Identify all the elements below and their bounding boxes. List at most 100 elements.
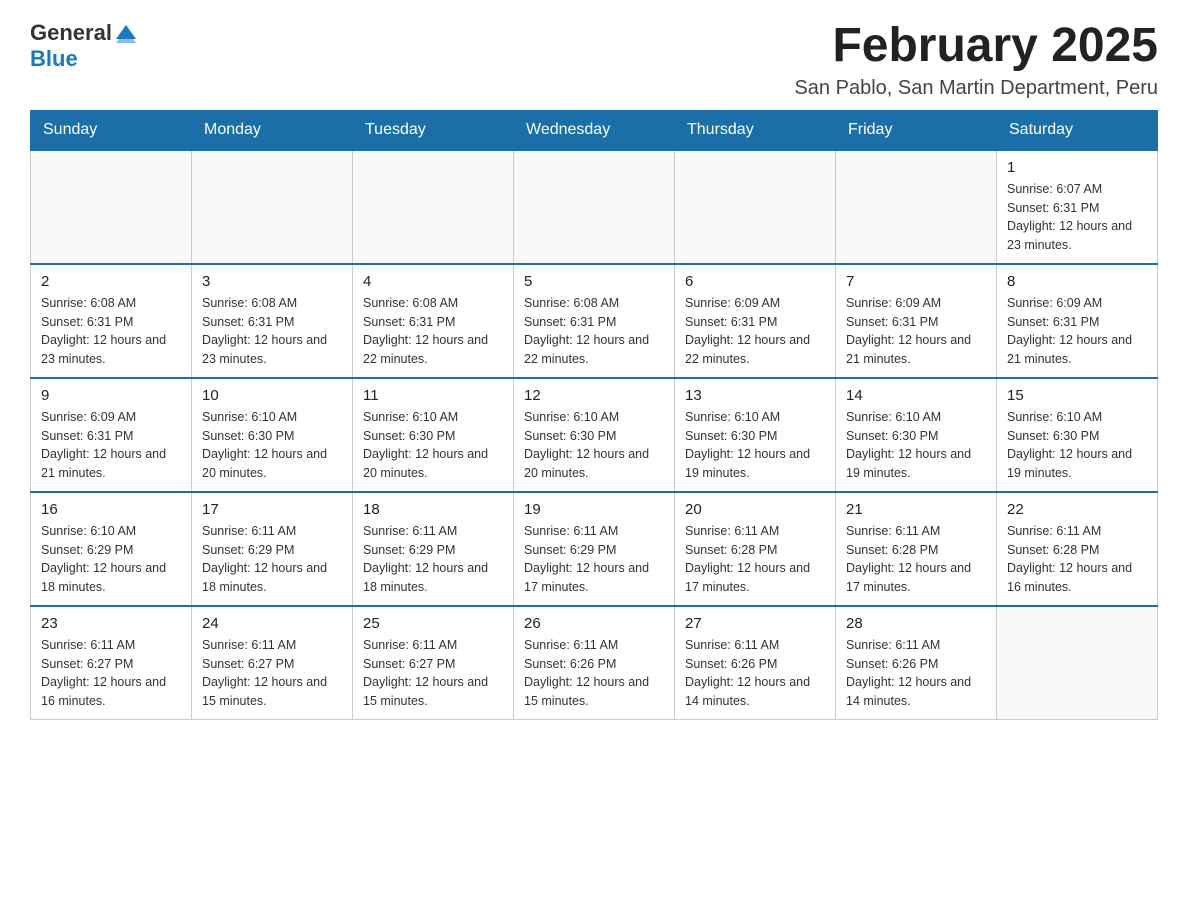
month-title: February 2025 <box>794 20 1158 73</box>
calendar-day-cell: 18 Sunrise: 6:11 AM Sunset: 6:29 PM Dayli… <box>353 492 514 606</box>
day-info: Sunrise: 6:11 AM Sunset: 6:29 PM Dayligh… <box>202 522 342 597</box>
calendar-day-cell <box>192 150 353 264</box>
day-number: 6 <box>685 273 825 290</box>
day-info: Sunrise: 6:08 AM Sunset: 6:31 PM Dayligh… <box>363 294 503 369</box>
calendar-day-cell: 14 Sunrise: 6:10 AM Sunset: 6:30 PM Dayli… <box>836 378 997 492</box>
day-number: 16 <box>41 501 181 518</box>
location-title: San Pablo, San Martin Department, Peru <box>794 77 1158 100</box>
calendar-day-cell: 3Sunrise: 6:08 AM Sunset: 6:31 PM Daylig… <box>192 264 353 378</box>
calendar-day-cell <box>675 150 836 264</box>
day-info: Sunrise: 6:11 AM Sunset: 6:26 PM Dayligh… <box>524 636 664 711</box>
calendar-week-row: 1 Sunrise: 6:07 AM Sunset: 6:31 PM Daylig… <box>31 150 1158 264</box>
day-info: Sunrise: 6:11 AM Sunset: 6:27 PM Dayligh… <box>41 636 181 711</box>
title-section: February 2025 San Pablo, San Martin Depa… <box>794 20 1158 100</box>
calendar-day-cell: 13Sunrise: 6:10 AM Sunset: 6:30 PM Dayli… <box>675 378 836 492</box>
calendar-day-header: Tuesday <box>353 110 514 150</box>
day-number: 25 <box>363 615 503 632</box>
day-number: 9 <box>41 387 181 404</box>
calendar-day-cell: 2Sunrise: 6:08 AM Sunset: 6:31 PM Daylig… <box>31 264 192 378</box>
day-number: 15 <box>1007 387 1147 404</box>
day-info: Sunrise: 6:10 AM Sunset: 6:30 PM Dayligh… <box>363 408 503 483</box>
day-info: Sunrise: 6:11 AM Sunset: 6:28 PM Dayligh… <box>1007 522 1147 597</box>
calendar-day-cell <box>836 150 997 264</box>
calendar-header-row: SundayMondayTuesdayWednesdayThursdayFrid… <box>31 110 1158 150</box>
calendar-day-cell: 23 Sunrise: 6:11 AM Sunset: 6:27 PM Dayli… <box>31 606 192 720</box>
day-number: 17 <box>202 501 342 518</box>
day-info: Sunrise: 6:10 AM Sunset: 6:30 PM Dayligh… <box>1007 408 1147 483</box>
calendar-day-cell: 4 Sunrise: 6:08 AM Sunset: 6:31 PM Daylig… <box>353 264 514 378</box>
day-info: Sunrise: 6:09 AM Sunset: 6:31 PM Dayligh… <box>41 408 181 483</box>
day-number: 20 <box>685 501 825 518</box>
day-info: Sunrise: 6:11 AM Sunset: 6:28 PM Dayligh… <box>685 522 825 597</box>
day-number: 7 <box>846 273 986 290</box>
day-number: 1 <box>1007 159 1147 176</box>
page-header: General Blue February 2025 San Pablo, Sa… <box>30 20 1158 100</box>
calendar-day-cell: 16 Sunrise: 6:10 AM Sunset: 6:29 PM Dayli… <box>31 492 192 606</box>
calendar-day-cell <box>997 606 1158 720</box>
logo-blue-text: Blue <box>30 46 78 72</box>
day-info: Sunrise: 6:11 AM Sunset: 6:28 PM Dayligh… <box>846 522 986 597</box>
calendar-day-cell: 19 Sunrise: 6:11 AM Sunset: 6:29 PM Dayli… <box>514 492 675 606</box>
day-info: Sunrise: 6:09 AM Sunset: 6:31 PM Dayligh… <box>846 294 986 369</box>
calendar-week-row: 23 Sunrise: 6:11 AM Sunset: 6:27 PM Dayli… <box>31 606 1158 720</box>
day-number: 8 <box>1007 273 1147 290</box>
day-number: 22 <box>1007 501 1147 518</box>
calendar-day-header: Wednesday <box>514 110 675 150</box>
day-info: Sunrise: 6:10 AM Sunset: 6:30 PM Dayligh… <box>846 408 986 483</box>
day-info: Sunrise: 6:10 AM Sunset: 6:30 PM Dayligh… <box>524 408 664 483</box>
day-number: 23 <box>41 615 181 632</box>
day-info: Sunrise: 6:11 AM Sunset: 6:29 PM Dayligh… <box>363 522 503 597</box>
calendar-day-cell: 10 Sunrise: 6:10 AM Sunset: 6:30 PM Dayli… <box>192 378 353 492</box>
day-info: Sunrise: 6:10 AM Sunset: 6:30 PM Dayligh… <box>202 408 342 483</box>
day-info: Sunrise: 6:08 AM Sunset: 6:31 PM Dayligh… <box>202 294 342 369</box>
calendar-day-cell: 20 Sunrise: 6:11 AM Sunset: 6:28 PM Dayli… <box>675 492 836 606</box>
day-number: 19 <box>524 501 664 518</box>
day-number: 26 <box>524 615 664 632</box>
calendar-day-cell <box>31 150 192 264</box>
calendar-week-row: 16 Sunrise: 6:10 AM Sunset: 6:29 PM Dayli… <box>31 492 1158 606</box>
calendar-day-cell: 7 Sunrise: 6:09 AM Sunset: 6:31 PM Daylig… <box>836 264 997 378</box>
day-info: Sunrise: 6:10 AM Sunset: 6:29 PM Dayligh… <box>41 522 181 597</box>
calendar-day-cell: 17 Sunrise: 6:11 AM Sunset: 6:29 PM Dayli… <box>192 492 353 606</box>
day-number: 5 <box>524 273 664 290</box>
calendar-day-cell: 5Sunrise: 6:08 AM Sunset: 6:31 PM Daylig… <box>514 264 675 378</box>
day-info: Sunrise: 6:11 AM Sunset: 6:26 PM Dayligh… <box>685 636 825 711</box>
calendar-day-cell: 24 Sunrise: 6:11 AM Sunset: 6:27 PM Dayli… <box>192 606 353 720</box>
calendar-day-cell: 27 Sunrise: 6:11 AM Sunset: 6:26 PM Dayli… <box>675 606 836 720</box>
day-info: Sunrise: 6:09 AM Sunset: 6:31 PM Dayligh… <box>1007 294 1147 369</box>
day-info: Sunrise: 6:11 AM Sunset: 6:27 PM Dayligh… <box>202 636 342 711</box>
calendar-day-cell: 1 Sunrise: 6:07 AM Sunset: 6:31 PM Daylig… <box>997 150 1158 264</box>
day-number: 11 <box>363 387 503 404</box>
day-number: 12 <box>524 387 664 404</box>
calendar-day-header: Saturday <box>997 110 1158 150</box>
calendar-day-cell: 11 Sunrise: 6:10 AM Sunset: 6:30 PM Dayli… <box>353 378 514 492</box>
calendar-day-header: Sunday <box>31 110 192 150</box>
day-info: Sunrise: 6:09 AM Sunset: 6:31 PM Dayligh… <box>685 294 825 369</box>
calendar-day-cell: 26 Sunrise: 6:11 AM Sunset: 6:26 PM Dayli… <box>514 606 675 720</box>
day-info: Sunrise: 6:11 AM Sunset: 6:27 PM Dayligh… <box>363 636 503 711</box>
calendar-day-cell: 15 Sunrise: 6:10 AM Sunset: 6:30 PM Dayli… <box>997 378 1158 492</box>
day-info: Sunrise: 6:08 AM Sunset: 6:31 PM Dayligh… <box>41 294 181 369</box>
calendar-day-cell: 8 Sunrise: 6:09 AM Sunset: 6:31 PM Daylig… <box>997 264 1158 378</box>
day-number: 14 <box>846 387 986 404</box>
day-number: 24 <box>202 615 342 632</box>
day-number: 27 <box>685 615 825 632</box>
calendar-day-cell: 12 Sunrise: 6:10 AM Sunset: 6:30 PM Dayli… <box>514 378 675 492</box>
calendar-day-cell: 25 Sunrise: 6:11 AM Sunset: 6:27 PM Dayli… <box>353 606 514 720</box>
day-info: Sunrise: 6:10 AM Sunset: 6:30 PM Dayligh… <box>685 408 825 483</box>
calendar-table: SundayMondayTuesdayWednesdayThursdayFrid… <box>30 110 1158 720</box>
calendar-day-cell: 21Sunrise: 6:11 AM Sunset: 6:28 PM Dayli… <box>836 492 997 606</box>
calendar-day-cell <box>353 150 514 264</box>
calendar-day-cell: 6 Sunrise: 6:09 AM Sunset: 6:31 PM Daylig… <box>675 264 836 378</box>
calendar-day-cell: 9 Sunrise: 6:09 AM Sunset: 6:31 PM Daylig… <box>31 378 192 492</box>
day-number: 4 <box>363 273 503 290</box>
day-info: Sunrise: 6:11 AM Sunset: 6:29 PM Dayligh… <box>524 522 664 597</box>
calendar-week-row: 9 Sunrise: 6:09 AM Sunset: 6:31 PM Daylig… <box>31 378 1158 492</box>
logo-general-text: General <box>30 20 112 46</box>
day-number: 18 <box>363 501 503 518</box>
day-number: 28 <box>846 615 986 632</box>
day-number: 10 <box>202 387 342 404</box>
calendar-day-cell: 28Sunrise: 6:11 AM Sunset: 6:26 PM Dayli… <box>836 606 997 720</box>
calendar-week-row: 2Sunrise: 6:08 AM Sunset: 6:31 PM Daylig… <box>31 264 1158 378</box>
day-info: Sunrise: 6:07 AM Sunset: 6:31 PM Dayligh… <box>1007 180 1147 255</box>
